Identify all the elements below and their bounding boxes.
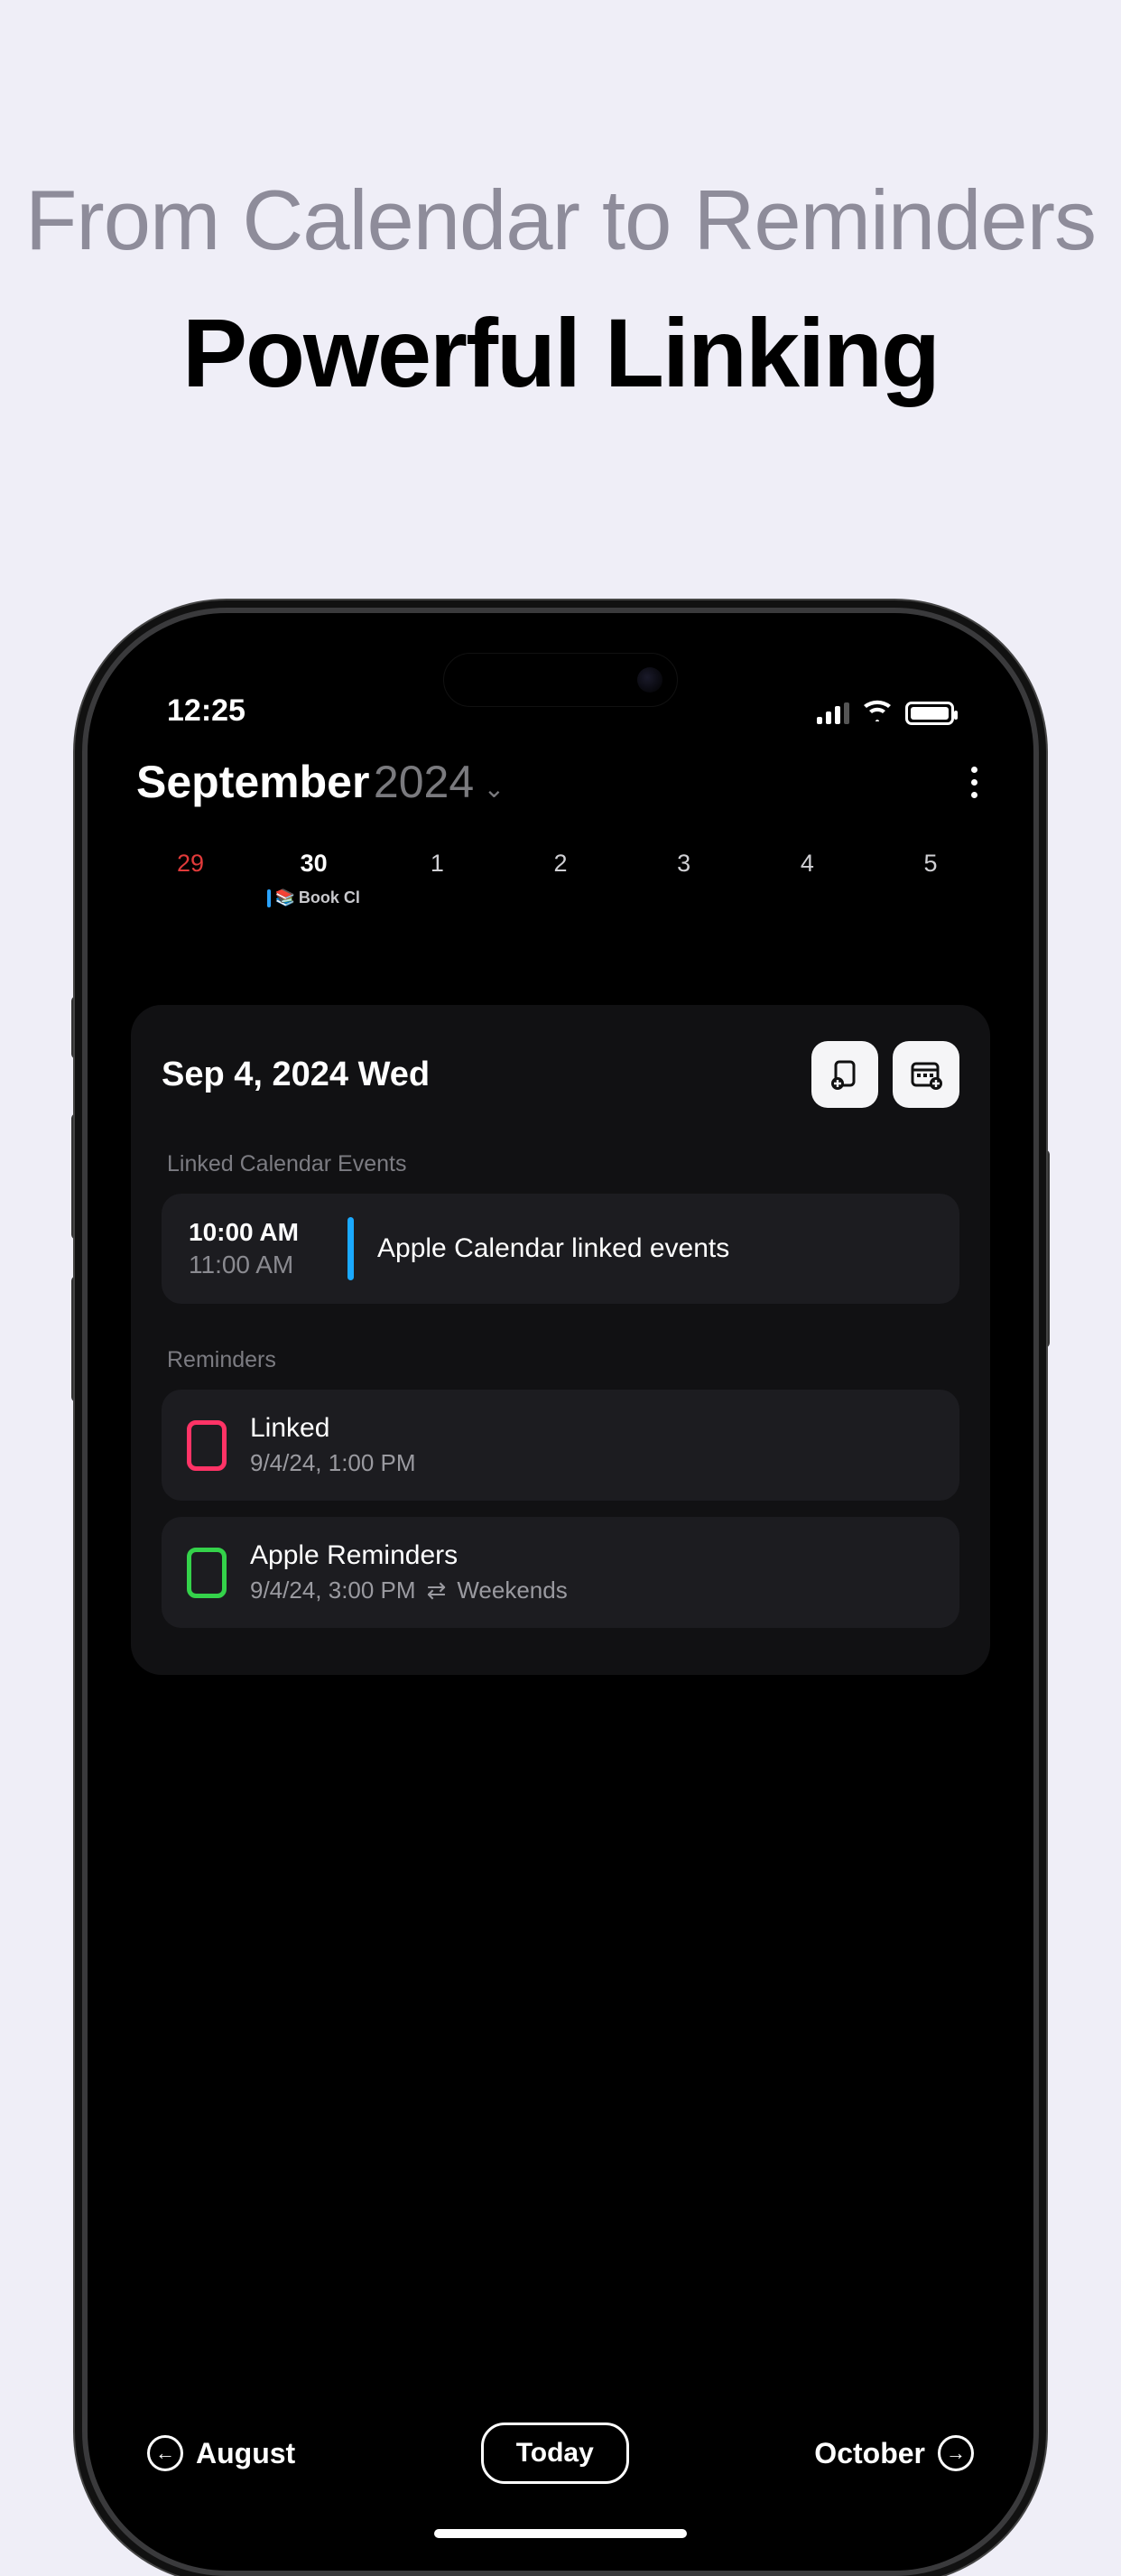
wifi-icon	[862, 698, 893, 729]
next-month-button[interactable]: October →	[814, 2435, 974, 2471]
reminder-checkbox[interactable]	[187, 1420, 227, 1471]
phone-screen: 12:25 September 2	[104, 629, 1017, 2554]
reminder-subtitle: 9/4/24, 1:00 PM	[250, 1449, 416, 1477]
phone-side-button	[71, 1113, 82, 1240]
note-plus-icon	[828, 1057, 862, 1092]
reminder-item[interactable]: Apple Reminders 9/4/24, 3:00 PM ⇄ Weeken…	[162, 1517, 959, 1628]
day-event-label: Book Cl	[299, 888, 360, 907]
add-reminder-button[interactable]	[811, 1041, 878, 1108]
day-cell[interactable]: 4	[749, 850, 865, 907]
dynamic-island	[443, 653, 678, 707]
front-camera	[637, 667, 662, 693]
day-cell[interactable]: 29	[133, 850, 248, 907]
reminders-label: Reminders	[162, 1347, 959, 1373]
year-label: 2024	[374, 757, 474, 807]
reminder-title: Apple Reminders	[250, 1540, 568, 1571]
day-detail-card: Sep 4, 2024 Wed	[131, 1005, 990, 1675]
month-selector[interactable]: September 2024 ⌄	[136, 756, 505, 808]
card-date: Sep 4, 2024 Wed	[162, 1056, 430, 1094]
event-title: Apple Calendar linked events	[377, 1231, 729, 1268]
arrow-right-icon: →	[938, 2435, 974, 2471]
reminder-checkbox[interactable]	[187, 1548, 227, 1598]
phone-side-button	[71, 996, 82, 1059]
day-cell[interactable]: 30 📚 Book Cl	[256, 850, 372, 907]
day-number: 30	[256, 850, 372, 878]
promo-subtitle: From Calendar to Reminders	[0, 172, 1121, 269]
day-cell[interactable]: 2	[503, 850, 618, 907]
books-icon: 📚	[274, 888, 294, 907]
status-time: 12:25	[167, 693, 246, 729]
event-start-time: 10:00 AM	[189, 1218, 324, 1247]
chevron-down-icon: ⌄	[484, 775, 505, 803]
prev-month-button[interactable]: ← August	[147, 2435, 295, 2471]
event-end-time: 11:00 AM	[189, 1251, 324, 1279]
phone-body: 12:25 September 2	[82, 608, 1039, 2576]
day-cell[interactable]: 3	[626, 850, 742, 907]
week-strip: 29 30 📚 Book Cl 1 2	[131, 850, 990, 907]
reminder-title: Linked	[250, 1413, 416, 1444]
next-month-label: October	[814, 2437, 925, 2470]
home-indicator[interactable]	[434, 2529, 687, 2538]
day-number: 5	[873, 850, 988, 878]
add-event-button[interactable]	[893, 1041, 959, 1108]
phone-side-button	[1039, 1149, 1050, 1348]
calendar-event[interactable]: 10:00 AM 11:00 AM Apple Calendar linked …	[162, 1194, 959, 1304]
day-number: 2	[503, 850, 618, 878]
day-number: 3	[626, 850, 742, 878]
today-button[interactable]: Today	[481, 2423, 629, 2484]
phone-side-button	[71, 1276, 82, 1402]
promo-title: Powerful Linking	[0, 296, 1121, 409]
day-number: 4	[749, 850, 865, 878]
reminder-item[interactable]: Linked 9/4/24, 1:00 PM	[162, 1390, 959, 1501]
day-cell[interactable]: 1	[379, 850, 495, 907]
promo-header: From Calendar to Reminders Powerful Link…	[0, 0, 1121, 409]
phone-mockup: 12:25 September 2	[82, 608, 1039, 2576]
more-menu-button[interactable]	[964, 759, 985, 805]
calendar-plus-icon	[908, 1057, 944, 1092]
cellular-icon	[817, 702, 849, 724]
linked-events-label: Linked Calendar Events	[162, 1151, 959, 1177]
month-label: September	[136, 757, 369, 807]
prev-month-label: August	[196, 2437, 295, 2470]
day-number: 1	[379, 850, 495, 878]
reminder-subtitle: 9/4/24, 3:00 PM	[250, 1576, 416, 1604]
day-event-chip: 📚 Book Cl	[256, 888, 372, 907]
battery-icon	[905, 702, 954, 725]
repeat-icon: ⇄	[427, 1576, 447, 1604]
month-nav-bar: ← August Today October →	[131, 2423, 990, 2511]
day-cell[interactable]: 5	[873, 850, 988, 907]
event-color-bar	[347, 1217, 354, 1280]
reminder-repeat: Weekends	[457, 1576, 567, 1604]
calendar-header: September 2024 ⌄	[131, 756, 990, 808]
arrow-left-icon: ←	[147, 2435, 183, 2471]
day-number: 29	[133, 850, 248, 878]
